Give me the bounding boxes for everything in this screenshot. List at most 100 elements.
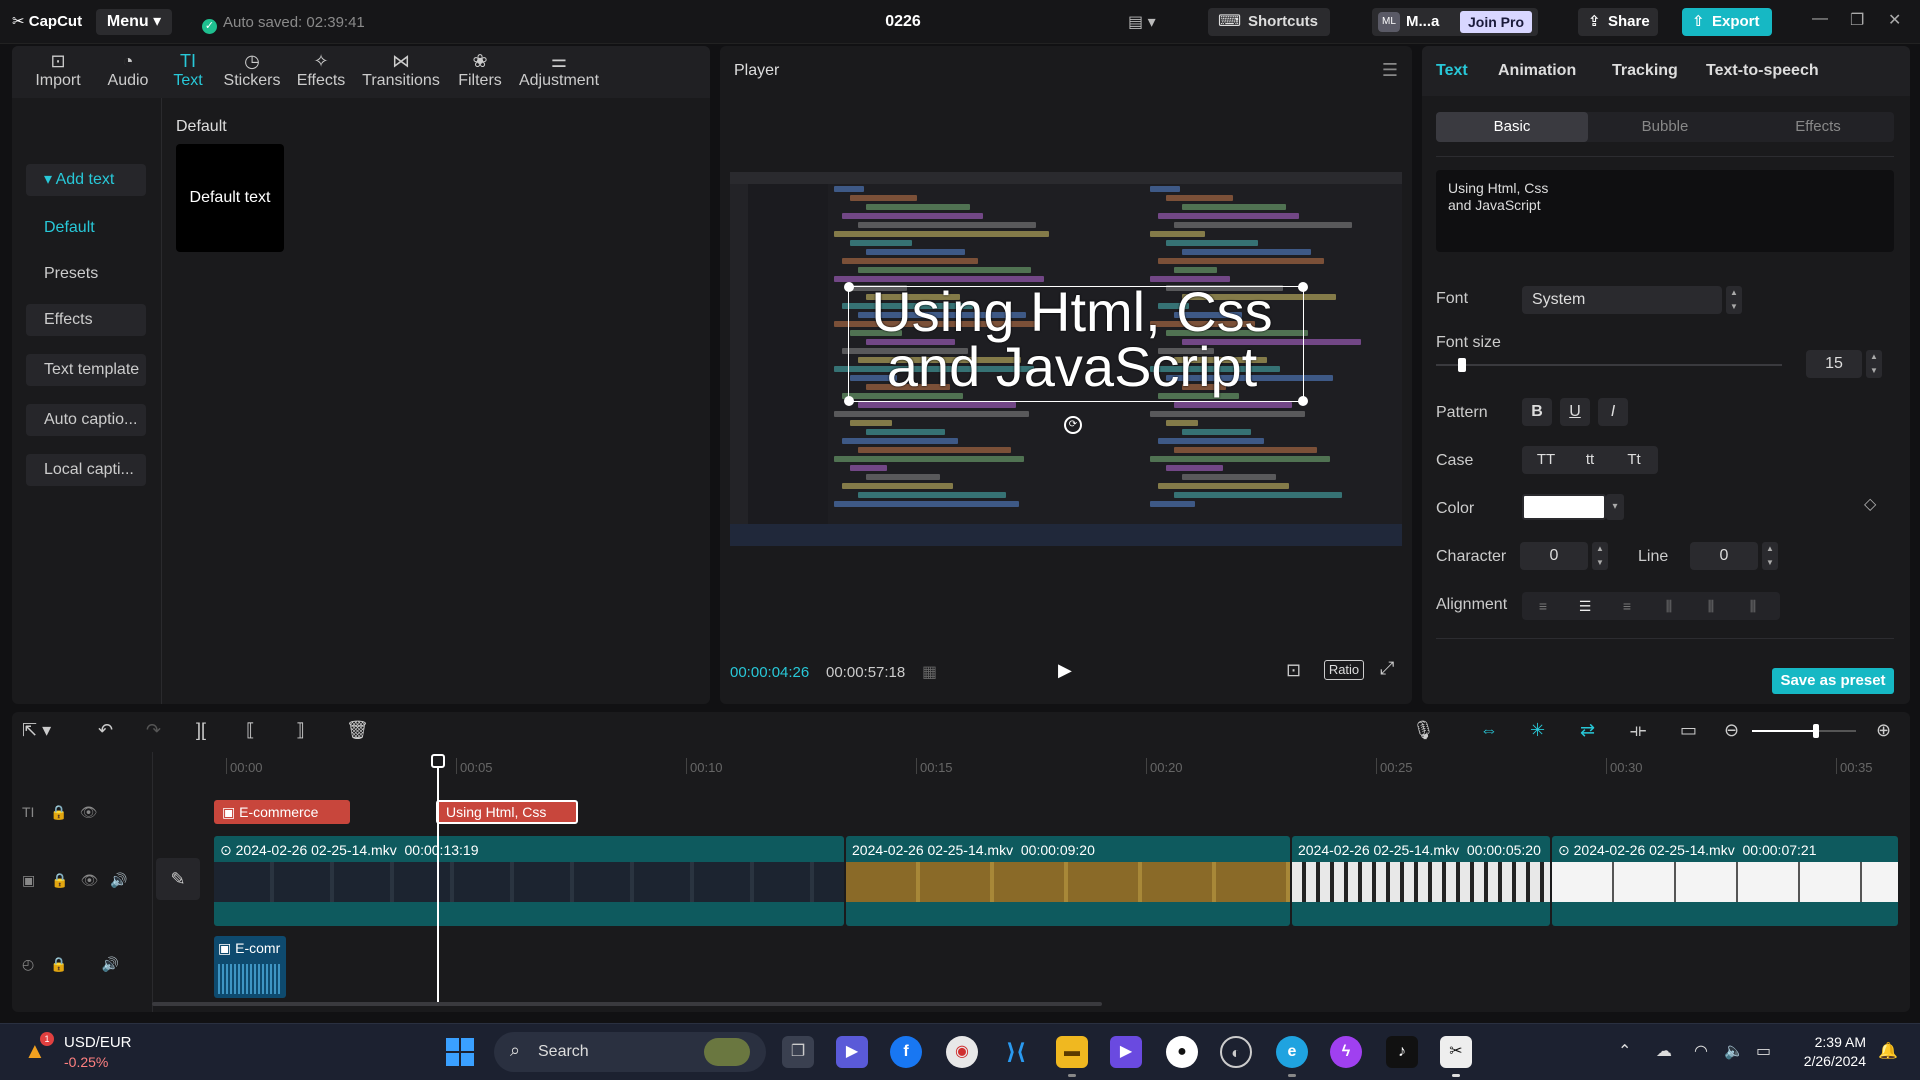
undo-icon[interactable]: ↶	[98, 720, 113, 741]
export-button[interactable]: ⇧ Export	[1682, 8, 1772, 36]
sub-item-text-template[interactable]: Text template	[26, 354, 146, 386]
volume-icon[interactable]: 🔊	[110, 872, 127, 888]
system-clock[interactable]: 2:39 AM 2/26/2024	[1786, 1033, 1866, 1071]
tab-effects[interactable]: ✧ Effects	[288, 50, 354, 96]
preview-axis-icon[interactable]: ⇄	[1580, 720, 1595, 741]
line-stepper-icon[interactable]: ▲ ▼	[1762, 542, 1778, 570]
playhead-handle[interactable]	[431, 754, 445, 768]
resize-handle[interactable]	[1298, 282, 1308, 292]
resize-handle[interactable]	[1298, 396, 1308, 406]
font-select[interactable]: System	[1522, 286, 1722, 314]
save-as-preset-button[interactable]: Save as preset	[1772, 668, 1894, 694]
github-icon[interactable]: ●	[1166, 1036, 1198, 1068]
tab-import[interactable]: ⊡ Import	[20, 50, 96, 96]
zoom-slider[interactable]	[1752, 724, 1856, 738]
segment-effects[interactable]: Effects	[1742, 112, 1894, 142]
edge-icon[interactable]: e	[1276, 1036, 1308, 1068]
wifi-icon[interactable]: ◠	[1694, 1041, 1708, 1061]
audio-clip[interactable]: ▣ E-comr	[214, 936, 286, 998]
bold-button[interactable]: B	[1522, 398, 1552, 426]
tab-animation[interactable]: Animation	[1498, 62, 1576, 80]
font-stepper-icon[interactable]: ▲ ▼	[1726, 286, 1742, 314]
sub-item-auto-captions[interactable]: Auto captio...	[26, 404, 146, 436]
volume-icon[interactable]: 🔊	[101, 956, 118, 972]
titlecase-button[interactable]: Tt	[1612, 446, 1656, 474]
character-spacing-input[interactable]: 0	[1520, 542, 1588, 570]
split-track-icon[interactable]: ⟛	[1630, 720, 1646, 741]
edit-cover-icon[interactable]: ✎	[156, 858, 200, 900]
fullscreen-icon[interactable]: ⤢	[1380, 658, 1394, 679]
messenger-icon[interactable]: ϟ	[1330, 1036, 1362, 1068]
selection-box[interactable]	[844, 282, 1308, 406]
share-button[interactable]: ⇪ Share	[1578, 8, 1658, 36]
battery-icon[interactable]: ▭	[1756, 1041, 1771, 1061]
facebook-icon[interactable]: f	[890, 1036, 922, 1068]
eye-icon[interactable]: 👁	[80, 872, 98, 888]
sub-item-add-text[interactable]: ▾ Add text	[26, 164, 146, 196]
taskbar-search[interactable]: ⌕ Search	[494, 1032, 766, 1072]
shortcuts-button[interactable]: ⌨ Shortcuts	[1208, 8, 1330, 36]
align-top-icon[interactable]: ⫼	[1648, 592, 1690, 620]
character-stepper-icon[interactable]: ▲ ▼	[1592, 542, 1608, 570]
ratio-button[interactable]: Ratio	[1324, 660, 1364, 680]
time-ruler[interactable]: 00:00 00:05 00:10 00:15 00:20 00:25 00:3…	[162, 754, 1910, 776]
obs-icon[interactable]: ◐	[1220, 1036, 1252, 1068]
uppercase-button[interactable]: TT	[1524, 446, 1568, 474]
layout-icon[interactable]: ▤ ▾	[1128, 12, 1156, 32]
color-swatch[interactable]	[1522, 494, 1606, 520]
font-size-stepper-icon[interactable]: ▲ ▼	[1866, 350, 1882, 378]
eye-icon[interactable]: 👁	[80, 804, 98, 820]
italic-button[interactable]: I	[1598, 398, 1628, 426]
select-tool-icon[interactable]: ⇱ ▾	[22, 720, 51, 741]
file-explorer-icon[interactable]: ▬	[1056, 1036, 1088, 1068]
tab-adjustment[interactable]: ⚌ Adjustment	[512, 50, 606, 96]
delete-icon[interactable]: 🗑	[346, 720, 369, 741]
notifications-icon[interactable]: 🔔	[1878, 1041, 1898, 1061]
tab-transitions[interactable]: ⋈ Transitions	[354, 50, 448, 96]
tab-text[interactable]: TI Text	[160, 50, 216, 96]
lock-icon[interactable]: 🔒	[51, 872, 68, 888]
segment-basic[interactable]: Basic	[1436, 112, 1588, 142]
align-bottom-icon[interactable]: ⫼	[1732, 592, 1774, 620]
meet-icon[interactable]: ▶	[836, 1036, 868, 1068]
zoom-knob[interactable]	[1813, 724, 1819, 738]
media-player-icon[interactable]: ▶	[1110, 1036, 1142, 1068]
tab-text-props[interactable]: Text	[1436, 62, 1468, 80]
split-right-icon[interactable]: ⟧	[296, 720, 305, 741]
hamburger-icon[interactable]: ☰	[1382, 60, 1398, 81]
zoom-in-icon[interactable]: ⊕	[1876, 720, 1891, 741]
video-clip[interactable]: ⊙ 2024-02-26 02-25-14.mkv 00:00:07:21	[1552, 836, 1898, 926]
volume-icon[interactable]: 🔈	[1724, 1041, 1744, 1061]
underline-button[interactable]: U	[1560, 398, 1590, 426]
resize-handle[interactable]	[844, 282, 854, 292]
text-clip-selected[interactable]: Using Html, Css	[436, 800, 578, 824]
align-middle-icon[interactable]: ⫼	[1690, 592, 1732, 620]
timeline-scrollbar[interactable]	[152, 1002, 1102, 1006]
resize-handle[interactable]	[844, 396, 854, 406]
sub-item-default[interactable]: Default	[26, 212, 146, 244]
playhead[interactable]	[437, 756, 439, 1002]
join-pro-button[interactable]: Join Pro	[1460, 11, 1532, 33]
tiktok-icon[interactable]: ♪	[1386, 1036, 1418, 1068]
tab-stickers[interactable]: ◷ Stickers	[216, 50, 288, 96]
tab-audio[interactable]: ◔ Audio	[96, 50, 160, 96]
magnet-icon[interactable]: ⇔	[1480, 720, 1498, 741]
video-clip[interactable]: 2024-02-26 02-25-14.mkv 00:00:05:20	[1292, 836, 1550, 926]
tab-filters[interactable]: ❀ Filters	[448, 50, 512, 96]
video-clip[interactable]: 2024-02-26 02-25-14.mkv 00:00:09:20	[846, 836, 1290, 926]
grid-icon[interactable]: ▦	[922, 662, 937, 682]
video-preview[interactable]: Using Html, Css and JavaScript ⟳	[730, 172, 1402, 546]
chrome-icon[interactable]: ◉	[946, 1036, 978, 1068]
align-right-icon[interactable]: ≡	[1606, 592, 1648, 620]
lock-icon[interactable]: 🔒	[50, 804, 67, 820]
text-content-input[interactable]: Using Html, Css and JavaScript	[1436, 170, 1894, 252]
lowercase-button[interactable]: tt	[1568, 446, 1612, 474]
menu-button[interactable]: Menu ▾	[96, 9, 172, 35]
lock-icon[interactable]: 🔒	[50, 956, 67, 972]
sub-item-effects[interactable]: Effects	[26, 304, 146, 336]
tab-text-to-speech[interactable]: Text-to-speech	[1706, 62, 1819, 80]
split-icon[interactable]: ][	[196, 720, 206, 741]
sub-item-presets[interactable]: Presets	[26, 258, 146, 290]
keyframe-icon[interactable]: ◇	[1864, 494, 1876, 514]
windows-start-icon[interactable]	[446, 1038, 474, 1066]
